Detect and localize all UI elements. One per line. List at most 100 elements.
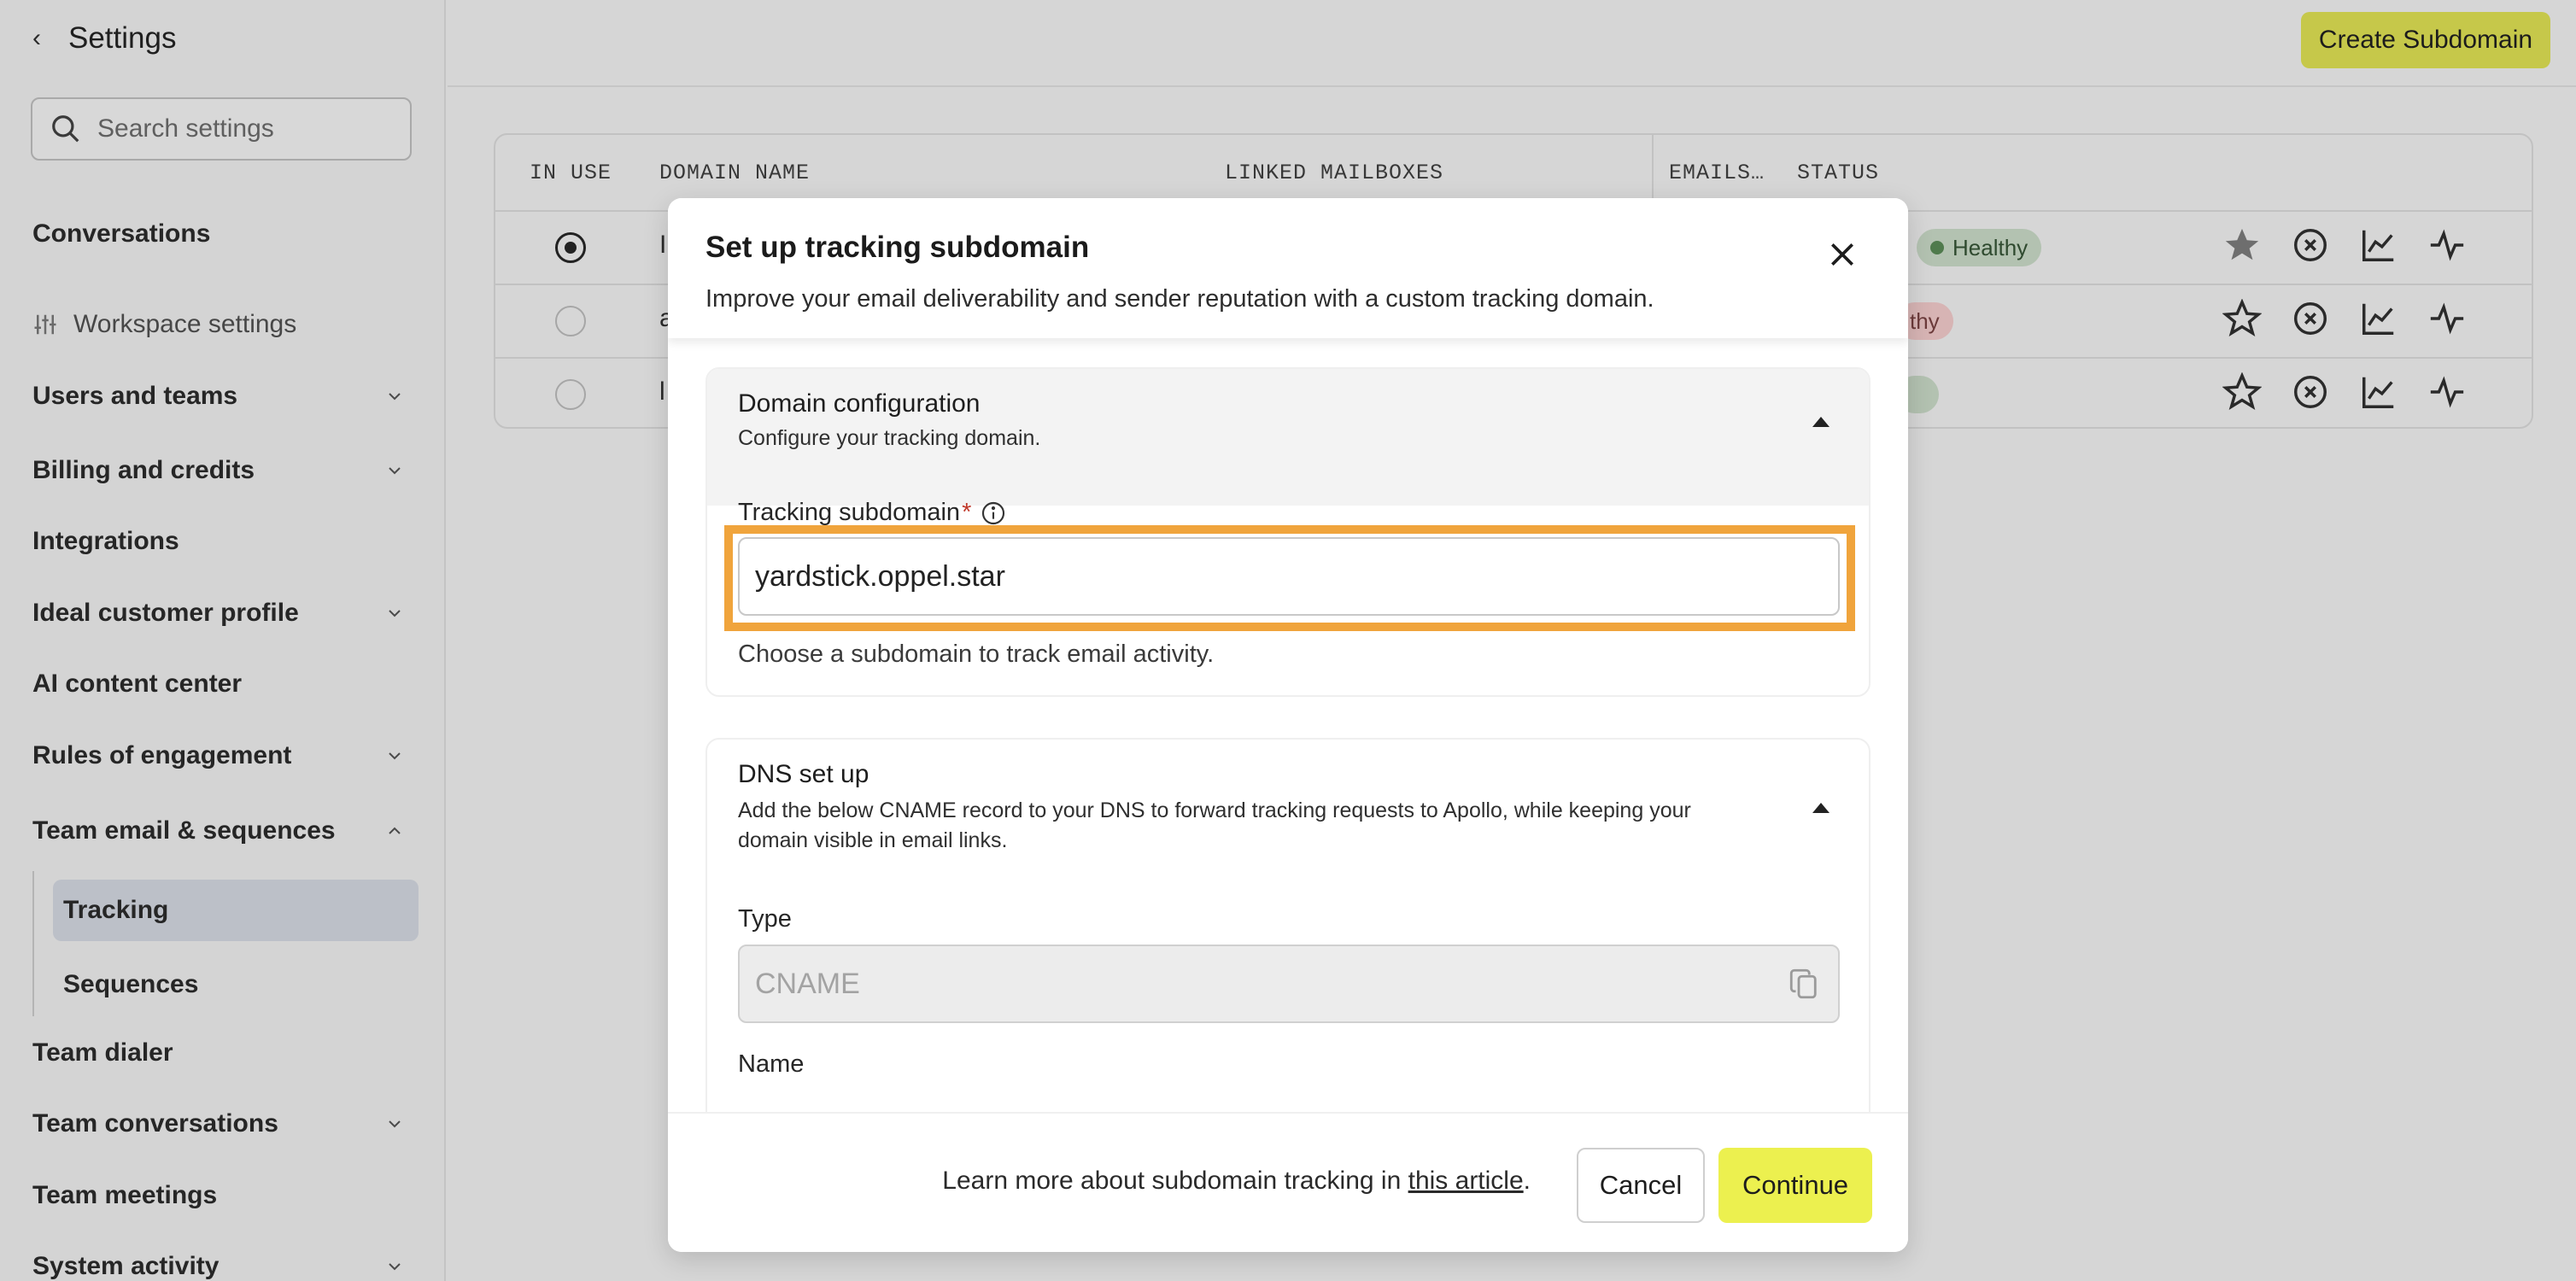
star-outline-icon[interactable] [2222, 299, 2262, 338]
collapse-caret-icon[interactable] [1812, 803, 1830, 813]
domain-name-cell: l [659, 377, 665, 406]
sidebar-item-label: Ideal customer profile [32, 599, 299, 627]
sidebar-item-label: Conversations [32, 219, 211, 248]
sidebar-item-label: Users and teams [32, 382, 238, 410]
section-title: DNS set up [738, 760, 869, 788]
create-subdomain-button[interactable]: Create Subdomain [2301, 12, 2550, 68]
sidebar-item-users-and-teams[interactable]: Users and teams [32, 372, 405, 420]
row-actions [2222, 299, 2467, 338]
dns-setup-section: DNS set up Add the below CNAME record to… [705, 738, 1871, 1112]
learn-more-text: Learn more about subdomain tracking in t… [942, 1167, 1531, 1196]
type-readonly-field: CNAME [738, 945, 1840, 1023]
sidebar-item-system-activity[interactable]: System activity [32, 1243, 405, 1281]
activity-pulse-icon[interactable] [2427, 225, 2467, 265]
settings-sidebar: ‹ Settings Conversations Workspace setti… [0, 0, 446, 1281]
info-icon[interactable] [980, 500, 1007, 527]
tracking-subdomain-modal: Set up tracking subdomain Improve your e… [668, 198, 1908, 1252]
star-outline-icon[interactable] [2222, 372, 2262, 412]
sidebar-item-ai-content-center[interactable]: AI content center [32, 660, 405, 708]
sidebar-item-workspace-settings[interactable]: Workspace settings [32, 301, 405, 348]
sidebar-item-integrations[interactable]: Integrations [32, 518, 405, 565]
type-label: Type [738, 905, 792, 933]
remove-circle-icon[interactable] [2291, 299, 2330, 338]
chevron-down-icon [389, 1120, 401, 1128]
sidebar-item-rules-of-engagement[interactable]: Rules of engagement [32, 732, 405, 780]
status-badge: Healthy [1917, 229, 2042, 266]
field-label-text: Tracking subdomain [738, 499, 961, 526]
modal-body: Domain configuration Configure your trac… [668, 338, 1908, 1112]
sidebar-item-label: Team conversations [32, 1109, 278, 1138]
chevron-down-icon [389, 610, 401, 617]
sliders-icon [34, 314, 56, 335]
sidebar-title: Settings [68, 21, 177, 55]
close-button[interactable] [1821, 234, 1864, 277]
line-chart-icon[interactable] [2359, 225, 2398, 265]
learn-more-suffix: . [1523, 1167, 1531, 1195]
search-icon [52, 115, 79, 143]
chevron-down-icon [389, 752, 401, 760]
status-label: thy [1910, 307, 1940, 334]
learn-more-prefix: Learn more about subdomain tracking in [942, 1167, 1408, 1195]
sidebar-subitem-sequences[interactable]: Sequences [53, 954, 419, 1015]
sidebar-item-label: System activity [32, 1252, 220, 1280]
helper-text: Choose a subdomain to track email activi… [738, 640, 1215, 668]
sidebar-item-label: Sequences [63, 970, 199, 998]
line-chart-icon[interactable] [2359, 299, 2398, 338]
row-actions [2222, 225, 2467, 265]
sidebar-item-label: Billing and credits [32, 456, 255, 484]
remove-circle-icon[interactable] [2291, 372, 2330, 412]
continue-button[interactable]: Continue [1718, 1148, 1872, 1223]
tracking-subdomain-input[interactable] [738, 537, 1840, 616]
section-description: Configure your tracking domain. [738, 426, 1041, 450]
name-label: Name [738, 1050, 805, 1078]
sidebar-item-conversations[interactable]: Conversations [32, 210, 405, 258]
sidebar-item-label: Tracking [63, 896, 169, 924]
sidebar-item-team-email-sequences[interactable]: Team email & sequences [32, 807, 405, 855]
sidebar-item-label: Team email & sequences [32, 816, 336, 845]
sidebar-item-team-meetings[interactable]: Team meetings [32, 1172, 405, 1220]
sidebar-item-label: AI content center [32, 670, 243, 698]
star-filled-icon[interactable] [2222, 225, 2262, 265]
chevron-up-icon [389, 827, 401, 834]
required-mark: * [962, 499, 972, 526]
tracking-subdomain-label: Tracking subdomain * [738, 499, 1007, 527]
in-use-radio-selected[interactable] [555, 232, 586, 263]
domain-configuration-header[interactable]: Domain configuration Configure your trac… [707, 369, 1869, 506]
activity-pulse-icon[interactable] [2427, 372, 2467, 412]
sidebar-item-label: Workspace settings [73, 310, 297, 338]
domain-configuration-section: Domain configuration Configure your trac… [705, 367, 1871, 697]
copy-icon[interactable] [1787, 966, 1823, 1002]
modal-footer: Learn more about subdomain tracking in t… [668, 1112, 1908, 1252]
article-link[interactable]: this article [1408, 1167, 1524, 1195]
column-header-in-use[interactable]: IN USE [530, 135, 612, 210]
search-settings-box[interactable] [31, 97, 412, 161]
back-chevron-icon[interactable]: ‹ [32, 24, 50, 53]
in-use-radio[interactable] [555, 379, 586, 410]
section-description: Add the below CNAME record to your DNS t… [738, 798, 1691, 852]
domain-name-cell: I [659, 231, 667, 259]
activity-pulse-icon[interactable] [2427, 299, 2467, 338]
sidebar-item-team-conversations[interactable]: Team conversations [32, 1100, 405, 1148]
status-dot [1930, 241, 1944, 254]
type-value: CNAME [755, 967, 860, 1000]
sidebar-item-billing-and-credits[interactable]: Billing and credits [32, 447, 405, 494]
sidebar-subitem-tracking[interactable]: Tracking [53, 880, 419, 941]
sidebar-item-label: Rules of engagement [32, 741, 292, 769]
search-settings-input[interactable] [97, 114, 388, 143]
chevron-down-icon [389, 393, 401, 401]
sidebar-item-label: Team dialer [32, 1038, 173, 1067]
chevron-down-icon [389, 1263, 401, 1271]
sidebar-header: ‹ Settings [32, 19, 176, 58]
line-chart-icon[interactable] [2359, 372, 2398, 412]
in-use-radio[interactable] [555, 306, 586, 336]
row-actions [2222, 372, 2467, 412]
sidebar-item-team-dialer[interactable]: Team dialer [32, 1029, 405, 1077]
remove-circle-icon[interactable] [2291, 225, 2330, 265]
sidebar-item-ideal-customer-profile[interactable]: Ideal customer profile [32, 589, 405, 637]
cancel-button[interactable]: Cancel [1577, 1148, 1705, 1223]
sidebar-item-label: Integrations [32, 527, 179, 555]
collapse-caret-icon[interactable] [1812, 417, 1830, 427]
chevron-down-icon [389, 467, 401, 475]
status-label: Healthy [1952, 234, 2029, 260]
submenu-rail [32, 871, 34, 1016]
